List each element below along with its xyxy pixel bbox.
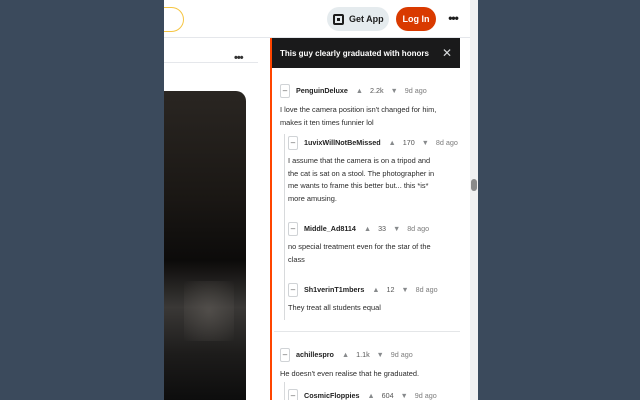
comment-meta: – Middle_Ad8114 ▲ 33 ▼ 8d ago [288, 222, 429, 236]
comment-meta: – CosmicFloppies ▲ 604 ▼ 9d ago [288, 389, 437, 400]
comment-score: 604 [381, 390, 394, 400]
comment-age: 9d ago [390, 349, 413, 359]
comment-age: 9d ago [414, 390, 437, 400]
comment-meta: – PenguinDeluxe ▲ 2.2k ▼ 9d ago [280, 84, 427, 98]
upvote-icon[interactable]: ▲ [364, 224, 371, 233]
comment-author[interactable]: Middle_Ad8114 [304, 224, 356, 233]
comment-body: I love the camera position isn't changed… [280, 104, 436, 129]
comment-body: They treat all students equal [288, 302, 381, 315]
downvote-icon[interactable]: ▼ [401, 285, 408, 294]
comment-text-line: They treat all students equal [288, 303, 381, 312]
comment-text-line: me wants to frame this better but... thi… [288, 181, 429, 190]
comment-meta: – achillespro ▲ 1.1k ▼ 9d ago [280, 348, 413, 362]
upvote-icon[interactable]: ▲ [372, 285, 379, 294]
collapse-button[interactable]: – [288, 136, 298, 150]
scrollbar[interactable] [470, 0, 478, 400]
comment-text-line: more amusing. [288, 193, 337, 203]
thread-line[interactable] [284, 382, 285, 400]
get-app-label: Get App [349, 14, 384, 24]
more-options-icon[interactable]: ••• [444, 8, 462, 28]
comment-author[interactable]: Sh1verinT1mbers [304, 285, 364, 294]
thread-line[interactable] [284, 134, 285, 320]
comment-score: 170 [402, 137, 415, 147]
downvote-icon[interactable]: ▼ [401, 391, 408, 400]
get-app-button[interactable]: Get App [327, 7, 389, 31]
comment-author[interactable]: CosmicFloppies [304, 391, 360, 400]
comment-score: 1.1k [356, 349, 370, 359]
qr-code-icon [333, 13, 344, 25]
comment-text-line: I assume that the camera is on a tripod … [288, 156, 431, 165]
comment-body: He doesn't even realise that he graduate… [280, 368, 419, 381]
comment-meta: – 1uvixWillNotBeMissed ▲ 170 ▼ 8d ago [288, 136, 458, 150]
thread-separator [274, 331, 460, 332]
comment-age: 8d ago [435, 137, 458, 147]
comment-text-line: class [288, 254, 305, 264]
collapse-button[interactable]: – [288, 222, 298, 236]
comment-body: I assume that the camera is on a tripod … [288, 155, 434, 205]
upvote-icon[interactable]: ▲ [356, 86, 363, 95]
post-pane: ••• [164, 38, 269, 400]
divider [164, 62, 258, 63]
close-icon[interactable]: ✕ [442, 46, 452, 60]
comments-panel-header: This guy clearly graduated with honors ✕ [272, 38, 460, 68]
comment-meta: – Sh1verinT1mbers ▲ 12 ▼ 8d ago [288, 283, 438, 297]
comment-score: 2.2k [370, 85, 384, 95]
upvote-icon[interactable]: ▲ [368, 391, 375, 400]
comment-text-line: He doesn't even realise that he graduate… [280, 369, 420, 378]
comments-panel: This guy clearly graduated with honors ✕… [270, 38, 460, 400]
comment-author[interactable]: 1uvixWillNotBeMissed [304, 138, 381, 147]
login-button[interactable]: Log In [396, 7, 436, 31]
collapse-button[interactable]: – [280, 84, 290, 98]
post-video[interactable] [164, 91, 246, 400]
collapse-button[interactable]: – [288, 283, 298, 297]
comment-author[interactable]: PenguinDeluxe [296, 86, 348, 95]
scrollbar-thumb[interactable] [471, 179, 477, 191]
panel-title: This guy clearly graduated with honors [280, 48, 429, 58]
comment-text-line: the cat is sat on a stool. The photograp… [288, 168, 435, 178]
comment-body: no special treatment even for the star o… [288, 241, 431, 266]
comment-age: 9d ago [404, 85, 427, 95]
comment-age: 8d ago [415, 284, 438, 294]
downvote-icon[interactable]: ▼ [422, 138, 429, 147]
top-bar: Get App Log In ••• [164, 0, 478, 38]
comment-score: 12 [386, 284, 395, 294]
comment-author[interactable]: achillespro [296, 350, 334, 359]
comment-score: 33 [378, 223, 387, 233]
downvote-icon[interactable]: ▼ [393, 224, 400, 233]
comment-text-line: I love the camera position isn't changed… [280, 105, 437, 114]
upvote-icon[interactable]: ▲ [342, 350, 349, 359]
search-input[interactable] [164, 7, 184, 32]
upvote-icon[interactable]: ▲ [389, 138, 396, 147]
comment-text-line: makes it ten times funnier lol [280, 117, 374, 127]
reddit-viewport: Get App Log In ••• ••• This guy clearly … [164, 0, 478, 400]
downvote-icon[interactable]: ▼ [377, 350, 384, 359]
downvote-icon[interactable]: ▼ [391, 86, 398, 95]
collapse-button[interactable]: – [288, 389, 298, 400]
comment-text-line: no special treatment even for the star o… [288, 242, 431, 251]
collapse-button[interactable]: – [280, 348, 290, 362]
comment-age: 8d ago [407, 223, 430, 233]
